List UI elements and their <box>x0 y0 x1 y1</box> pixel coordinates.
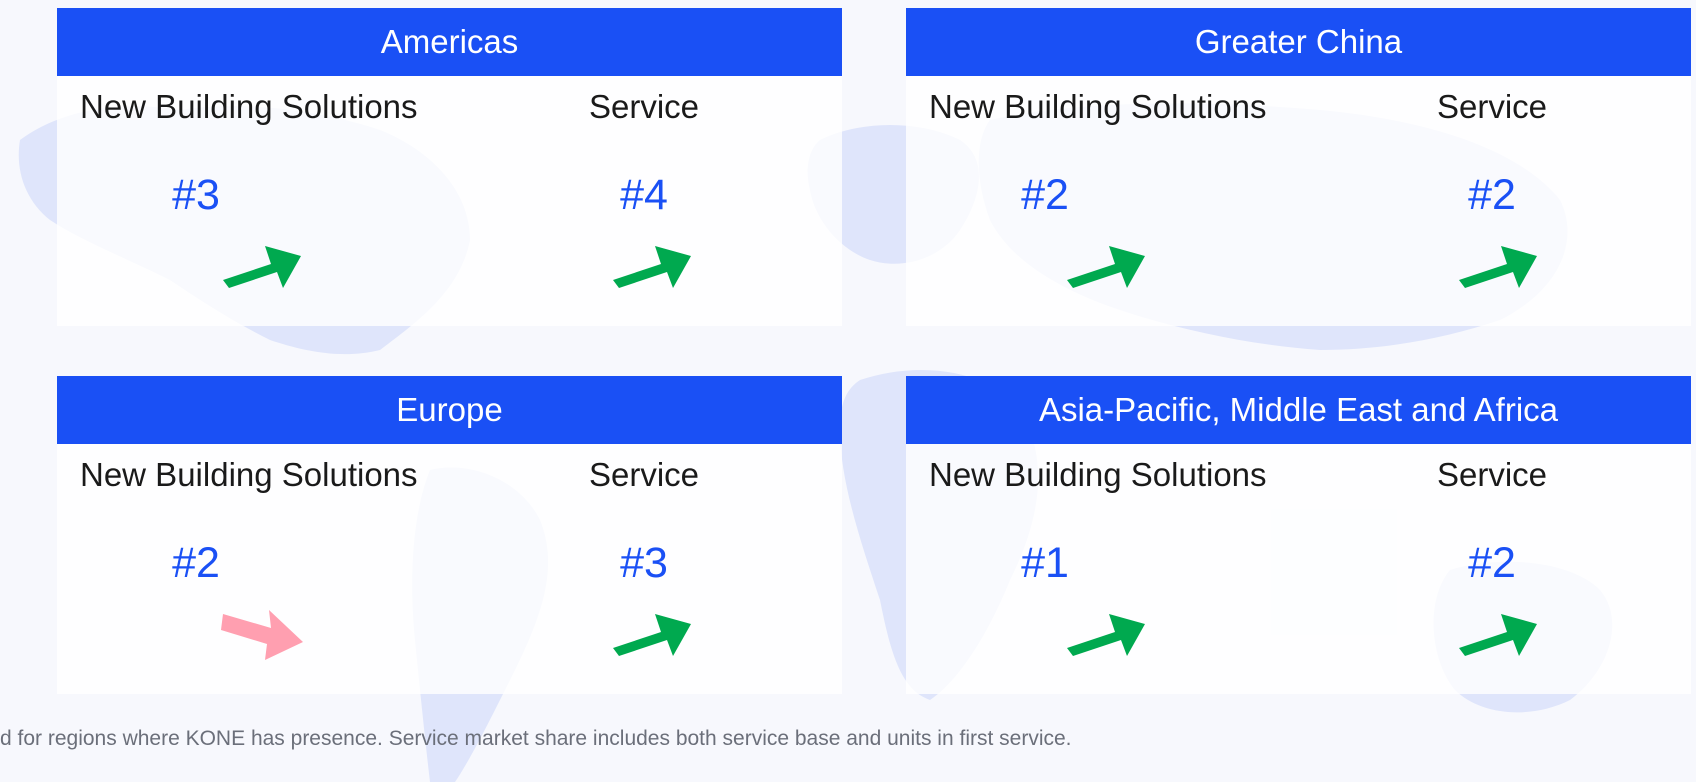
nbs-column: New Building Solutions #3 <box>57 76 449 326</box>
service-column: Service #2 <box>1298 76 1690 326</box>
nbs-rank: #1 <box>1021 539 1069 587</box>
trend-up-arrow-icon <box>613 246 691 288</box>
trend-up-arrow-icon <box>1459 614 1537 656</box>
region-panel-americas: Americas New Building Solutions #3 Servi… <box>57 8 842 326</box>
service-label: Service <box>1436 88 1548 125</box>
nbs-rank: #3 <box>172 171 220 219</box>
region-title: Asia-Pacific, Middle East and Africa <box>906 376 1691 444</box>
footnote: d for regions where KONE has presence. S… <box>0 727 1072 750</box>
nbs-column: New Building Solutions #2 <box>57 444 449 694</box>
service-column: Service #3 <box>449 444 841 694</box>
trend-up-arrow-icon <box>1459 246 1537 288</box>
service-rank: #4 <box>620 171 668 219</box>
nbs-label: New Building Solutions <box>80 456 418 493</box>
nbs-column: New Building Solutions #1 <box>906 444 1298 694</box>
nbs-rank: #2 <box>1021 171 1069 219</box>
nbs-label: New Building Solutions <box>80 88 418 125</box>
region-panel-apmea: Asia-Pacific, Middle East and Africa New… <box>906 376 1691 694</box>
trend-up-arrow-icon <box>1067 246 1145 288</box>
service-label: Service <box>588 88 700 125</box>
service-label: Service <box>1436 456 1548 493</box>
nbs-label: New Building Solutions <box>929 88 1267 125</box>
service-label: Service <box>588 456 700 493</box>
service-column: Service #4 <box>449 76 841 326</box>
region-panel-greater-china: Greater China New Building Solutions #2 … <box>906 8 1691 326</box>
service-rank: #2 <box>1468 171 1516 219</box>
region-title: Americas <box>57 8 842 76</box>
nbs-column: New Building Solutions #2 <box>906 76 1298 326</box>
service-column: Service #2 <box>1298 444 1690 694</box>
trend-up-arrow-icon <box>1067 614 1145 656</box>
trend-down-arrow-icon <box>221 610 303 660</box>
trend-up-arrow-icon <box>613 614 691 656</box>
region-panel-europe: Europe New Building Solutions #2 Service… <box>57 376 842 694</box>
nbs-rank: #2 <box>172 539 220 587</box>
service-rank: #3 <box>620 539 668 587</box>
service-rank: #2 <box>1468 539 1516 587</box>
region-title: Europe <box>57 376 842 444</box>
trend-up-arrow-icon <box>223 246 301 288</box>
region-title: Greater China <box>906 8 1691 76</box>
nbs-label: New Building Solutions <box>929 456 1267 493</box>
